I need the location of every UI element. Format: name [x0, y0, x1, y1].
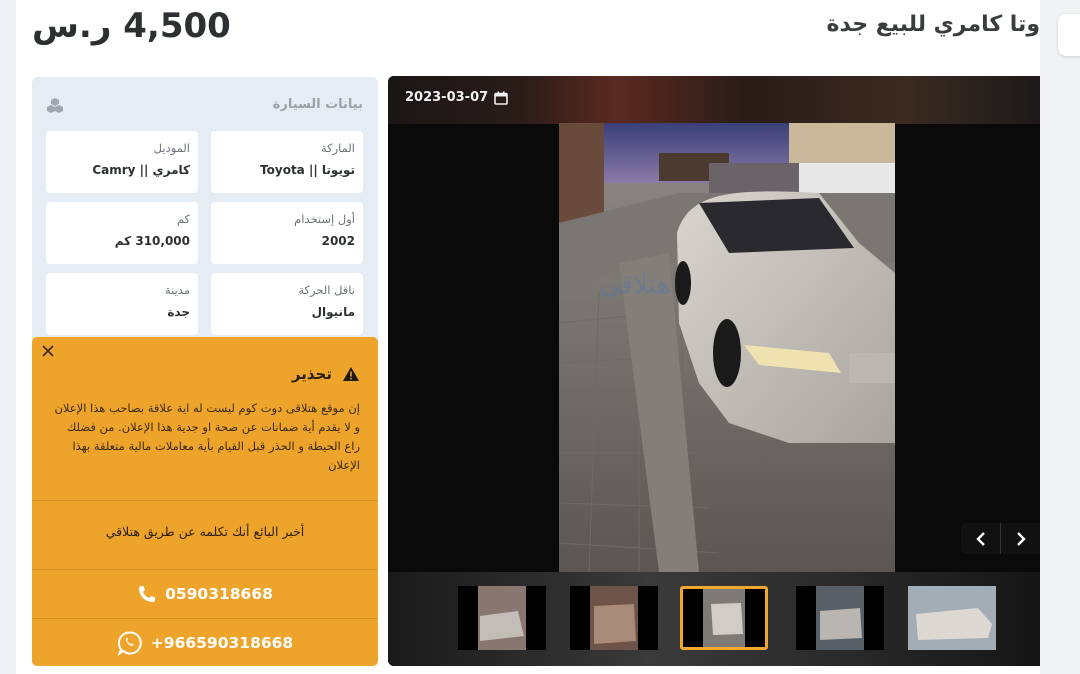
spec-card-city: مدينة جدة: [46, 273, 198, 335]
photo-gallery: 2023-03-07 هتلاقي: [388, 76, 1040, 666]
phone-number: 0590318668: [165, 584, 273, 603]
thumbnail-2[interactable]: [570, 586, 658, 650]
thumbnail-strip: [388, 572, 1040, 666]
spec-value: جدة: [167, 305, 190, 319]
phone-icon: [139, 585, 156, 602]
spec-card-make: الماركة تويوتا || Toyota: [211, 131, 363, 193]
thumbnail-3[interactable]: [680, 586, 768, 650]
calendar-icon: [494, 91, 508, 105]
spec-label: الموديل: [153, 141, 190, 155]
spec-label: مدينة: [164, 283, 190, 297]
spec-card-mileage: كم 310,000 كم: [46, 202, 198, 264]
spec-label: أول إستخدام: [294, 212, 355, 226]
spec-value: كامري || Camry: [92, 163, 190, 177]
chevron-right-icon: [1016, 531, 1026, 546]
main-car-photo[interactable]: هتلاقي: [559, 123, 895, 572]
warning-header: تحذير: [292, 365, 360, 383]
thumbnail-4[interactable]: [796, 586, 884, 650]
spec-label: الماركة: [320, 141, 355, 155]
car-specs-panel: بيانات السيارة الماركة تويوتا || Toyota …: [32, 77, 378, 357]
close-icon[interactable]: [40, 343, 56, 359]
listing-price: 4,500 ر.س: [32, 6, 231, 46]
whatsapp-icon: [117, 630, 142, 656]
spec-value: 310,000 كم: [114, 234, 190, 248]
specs-heading: بيانات السيارة: [272, 97, 363, 112]
svg-text:هتلاقي: هتلاقي: [599, 270, 670, 300]
whatsapp-button[interactable]: +966590318668: [32, 619, 378, 666]
warning-title: تحذير: [291, 365, 332, 383]
next-button[interactable]: [1001, 523, 1040, 554]
spec-card-transmission: ناقل الحركة مانيوال: [211, 273, 363, 335]
cubes-icon: [47, 98, 63, 113]
listing-title: وتا كامري للبيع جدة: [826, 12, 1040, 37]
warning-text: إن موقع هتلاقى دوت كوم ليست له اية علاقة…: [54, 401, 360, 472]
spec-value: تويوتا || Toyota: [260, 163, 355, 177]
tell-seller-text: أخبر البائع أنك تكلمه عن طريق هتلاقي: [105, 524, 305, 539]
warning-icon: [343, 367, 359, 381]
gallery-date: 2023-03-07: [405, 90, 508, 105]
gallery-nav: [961, 523, 1040, 554]
side-control[interactable]: [1058, 14, 1080, 56]
prev-button[interactable]: [961, 523, 1000, 554]
thumbnail-1[interactable]: [458, 586, 546, 650]
spec-label: كم: [176, 212, 190, 226]
call-button[interactable]: 0590318668: [32, 570, 378, 617]
spec-value: 2002: [321, 234, 355, 248]
warning-popup: تحذير إن موقع هتلاقى دوت كوم ليست له اية…: [32, 337, 378, 666]
whatsapp-number: +966590318668: [150, 633, 294, 652]
right-edge: [1040, 0, 1080, 674]
chevron-left-icon: [975, 531, 985, 546]
date-text: 2023-03-07: [405, 90, 489, 105]
divider: [32, 500, 378, 501]
spec-label: ناقل الحركة: [298, 283, 355, 297]
thumbnail-5[interactable]: [908, 586, 996, 650]
spec-card-year: أول إستخدام 2002: [211, 202, 363, 264]
spec-card-model: الموديل كامري || Camry: [46, 131, 198, 193]
spec-value: مانيوال: [311, 305, 355, 319]
